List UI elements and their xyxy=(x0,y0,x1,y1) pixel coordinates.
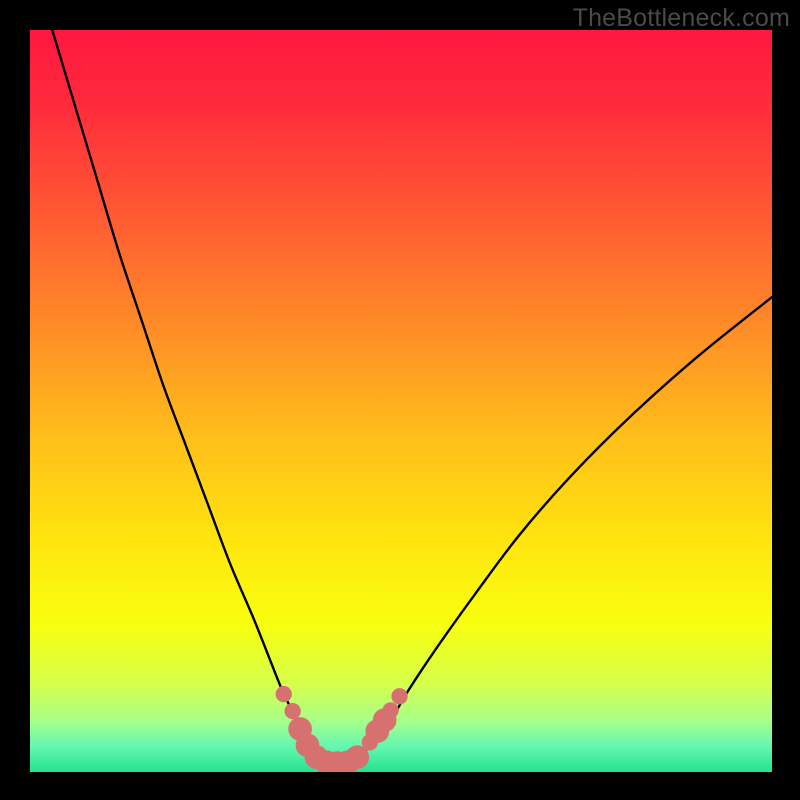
chart-frame: TheBottleneck.com xyxy=(0,0,800,800)
plot-background xyxy=(30,30,772,772)
highlight-point xyxy=(391,688,407,704)
highlight-point xyxy=(382,702,398,718)
bottleneck-chart xyxy=(0,0,800,800)
highlight-point xyxy=(276,686,292,702)
watermark-text: TheBottleneck.com xyxy=(573,4,790,33)
highlight-point xyxy=(285,703,301,719)
